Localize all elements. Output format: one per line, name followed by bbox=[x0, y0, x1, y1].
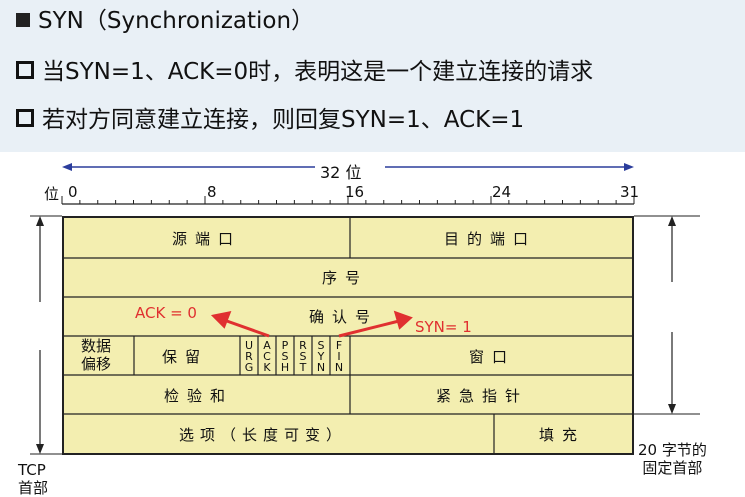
src-port-cell: 源端口 bbox=[172, 230, 242, 248]
bit-tick-31: 31 bbox=[620, 183, 640, 201]
seq-cell: 序号 bbox=[322, 269, 369, 287]
point-2-text: 若对方同意建立连接，则回复SYN=1、ACK=1 bbox=[42, 107, 525, 133]
window-cell: 窗口 bbox=[469, 348, 516, 366]
fixed-bracket-top-arrow bbox=[668, 216, 676, 226]
flag-ack: ACK bbox=[261, 340, 273, 373]
flag-ack-text: ACK bbox=[263, 339, 271, 374]
width-arrowhead-right bbox=[624, 163, 634, 171]
flag-urg-text: URG bbox=[244, 339, 254, 374]
reserved-cell: 保留 bbox=[162, 348, 209, 366]
point-line-1: 当SYN=1、ACK=0时，表明这是一个建立连接的请求 bbox=[16, 57, 593, 87]
tcp-bracket-top-arrow bbox=[36, 216, 44, 226]
tcp-bracket-bottom-arrow bbox=[36, 444, 44, 454]
ack-num-cell: 确认号 bbox=[309, 308, 379, 326]
padding-cell: 填充 bbox=[539, 426, 586, 444]
bit-tick-16: 16 bbox=[345, 183, 365, 201]
flag-rst: RST bbox=[297, 340, 309, 373]
bit-tick-24: 24 bbox=[492, 183, 512, 201]
ack-annotation: ACK = 0 bbox=[135, 304, 197, 322]
tcp-header-diagram: 32 位 位 0 8 16 24 31 源端口 目的端口 序号 确认号 数据 偏… bbox=[0, 152, 745, 497]
bullet-filled-icon bbox=[16, 13, 30, 27]
table-grid bbox=[64, 218, 632, 453]
bullet-hollow-icon bbox=[16, 61, 34, 79]
header-table: 源端口 目的端口 序号 确认号 数据 偏移 保留 窗口 检验和 紧急指针 选项（… bbox=[62, 216, 634, 455]
point-1-text: 当SYN=1、ACK=0时，表明这是一个建立连接的请求 bbox=[42, 59, 594, 85]
bit-tick-8: 8 bbox=[207, 183, 217, 201]
flag-rst-text: RST bbox=[299, 339, 307, 374]
point-line-2: 若对方同意建立连接，则回复SYN=1、ACK=1 bbox=[16, 105, 524, 135]
heading-line: SYN（Synchronization） bbox=[16, 6, 314, 36]
flag-psh-text: PSH bbox=[280, 339, 290, 374]
slide-text-panel: SYN（Synchronization） 当SYN=1、ACK=0时，表明这是一… bbox=[0, 0, 745, 152]
data-offset-cell: 数据 偏移 bbox=[81, 337, 112, 373]
tcp-header-label: TCP 首部 bbox=[18, 461, 49, 497]
width-label: 32 位 bbox=[320, 163, 362, 182]
checksum-cell: 检验和 bbox=[164, 387, 234, 405]
options-cell: 选项（长度可变） bbox=[179, 426, 348, 444]
dst-port-cell: 目的端口 bbox=[444, 230, 537, 248]
ack-arrowhead bbox=[210, 310, 232, 329]
flag-syn: SYN bbox=[315, 340, 327, 373]
fixed-header-label: 20 字节的 固定首部 bbox=[638, 441, 707, 477]
bit-tick-0: 0 bbox=[68, 183, 78, 201]
syn-annotation: SYN= 1 bbox=[415, 318, 472, 336]
bit-axis-label: 位 bbox=[44, 185, 60, 203]
syn-arrowhead bbox=[393, 310, 413, 330]
heading-text: SYN（Synchronization） bbox=[38, 8, 315, 34]
flag-urg: URG bbox=[243, 340, 255, 373]
flag-fin: FIN bbox=[333, 340, 345, 373]
flag-syn-text: SYN bbox=[316, 339, 326, 374]
flag-psh: PSH bbox=[279, 340, 291, 373]
fixed-bracket-bottom-arrow bbox=[668, 404, 676, 414]
flag-fin-text: FIN bbox=[334, 339, 344, 374]
bullet-hollow-icon bbox=[16, 109, 34, 127]
urgent-ptr-cell: 紧急指针 bbox=[436, 387, 529, 405]
width-arrowhead-left bbox=[62, 163, 72, 171]
ack-arrow-line bbox=[223, 318, 270, 338]
